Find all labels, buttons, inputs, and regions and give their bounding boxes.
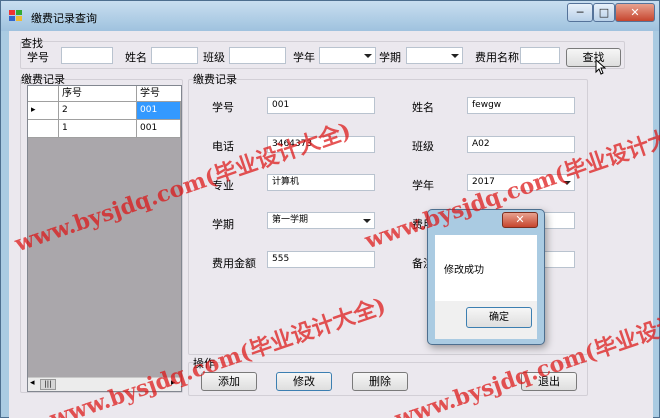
detail-year-value: 2017 xyxy=(472,177,495,187)
detail-major-input[interactable]: 计算机 xyxy=(267,174,375,191)
search-name-input[interactable] xyxy=(151,47,198,64)
row-header[interactable]: ▸ xyxy=(28,102,59,120)
search-student-id-label: 学号 xyxy=(27,51,49,64)
client-area: 查找 学号 姓名 班级 学年 学期 费用名称 查找 缴费记录 序号 学号 ▸ 2… xyxy=(9,31,653,418)
detail-class-label: 班级 xyxy=(412,140,434,153)
search-class-label: 班级 xyxy=(203,51,225,64)
detail-group-label: 缴费记录 xyxy=(193,73,237,86)
chevron-down-icon xyxy=(451,54,459,58)
detail-student-id-label: 学号 xyxy=(212,101,234,114)
detail-name-label: 姓名 xyxy=(412,101,434,114)
scroll-thumb[interactable]: ||| xyxy=(40,379,56,390)
search-student-id-input[interactable] xyxy=(61,47,113,64)
search-button[interactable]: 查找 xyxy=(566,48,621,67)
main-window: 缴费记录查询 ─ □ ✕ 查找 学号 姓名 班级 学年 学期 费用名称 查找 缴… xyxy=(0,0,660,418)
detail-major-label: 专业 xyxy=(212,179,234,192)
add-button[interactable]: 添加 xyxy=(201,372,257,391)
detail-term-value: 第一学期 xyxy=(272,215,309,225)
chevron-down-icon xyxy=(363,219,371,223)
detail-term-label: 学期 xyxy=(212,218,234,231)
grid-column-seq[interactable]: 序号 xyxy=(59,86,137,102)
detail-year-select[interactable]: 2017 xyxy=(467,174,575,191)
detail-term-select[interactable]: 第一学期 xyxy=(267,212,375,229)
horizontal-scrollbar[interactable]: ◂ ||| ▸ xyxy=(28,377,181,391)
scroll-left-icon[interactable]: ◂ xyxy=(30,378,35,388)
row-selected-icon: ▸ xyxy=(31,105,36,115)
search-class-input[interactable] xyxy=(229,47,286,64)
maximize-button[interactable]: □ xyxy=(593,3,615,22)
grid-corner xyxy=(28,86,59,102)
chevron-down-icon xyxy=(364,54,372,58)
search-name-label: 姓名 xyxy=(125,51,147,64)
dialog-close-button[interactable]: ✕ xyxy=(502,212,538,228)
detail-year-label: 学年 xyxy=(412,179,434,192)
edit-button[interactable]: 修改 xyxy=(276,372,332,391)
search-fee-name-input[interactable] xyxy=(520,47,560,64)
dialog-footer: 确定 xyxy=(435,301,537,339)
scroll-right-icon[interactable]: ▸ xyxy=(171,378,176,388)
dialog-ok-button[interactable]: 确定 xyxy=(466,307,532,328)
grid-header: 序号 学号 xyxy=(28,86,181,102)
detail-amount-label: 费用金额 xyxy=(212,257,256,270)
table-cell-student-id[interactable]: 001 xyxy=(137,102,181,120)
detail-amount-input[interactable]: 555 xyxy=(267,251,375,268)
table-cell-seq[interactable]: 2 xyxy=(59,102,137,120)
title-bar[interactable]: 缴费记录查询 ─ □ ✕ xyxy=(1,1,659,31)
row-header[interactable] xyxy=(28,120,59,138)
chevron-down-icon xyxy=(563,181,571,185)
search-fee-name-label: 费用名称 xyxy=(475,51,519,64)
mouse-cursor-icon xyxy=(595,59,606,75)
detail-phone-label: 电话 xyxy=(212,140,234,153)
records-grid[interactable]: 序号 学号 ▸ 2 001 1 001 ◂ ||| ▸ xyxy=(27,85,182,392)
detail-phone-input[interactable]: 3464373 xyxy=(267,136,375,153)
dialog-message: 修改成功 xyxy=(444,265,484,276)
search-year-label: 学年 xyxy=(293,51,315,64)
search-term-select[interactable] xyxy=(406,47,463,64)
table-cell-seq[interactable]: 1 xyxy=(59,120,137,138)
delete-button[interactable]: 删除 xyxy=(352,372,408,391)
detail-student-id-input[interactable]: 001 xyxy=(267,97,375,114)
search-year-select[interactable] xyxy=(319,47,376,64)
actions-group-label: 操作 xyxy=(193,357,215,370)
search-term-label: 学期 xyxy=(379,51,401,64)
message-dialog: ✕ 修改成功 确定 xyxy=(427,209,545,345)
detail-name-input[interactable]: fewgw xyxy=(467,97,575,114)
minimize-button[interactable]: ─ xyxy=(567,3,593,22)
grid-column-student-id[interactable]: 学号 xyxy=(137,86,181,102)
exit-button[interactable]: 退出 xyxy=(521,372,577,391)
window-title: 缴费记录查询 xyxy=(31,12,97,25)
detail-class-input[interactable]: A02 xyxy=(467,136,575,153)
app-icon xyxy=(9,10,22,21)
table-cell-student-id[interactable]: 001 xyxy=(137,120,181,138)
dialog-body: 修改成功 xyxy=(435,235,537,301)
close-button[interactable]: ✕ xyxy=(615,3,655,22)
